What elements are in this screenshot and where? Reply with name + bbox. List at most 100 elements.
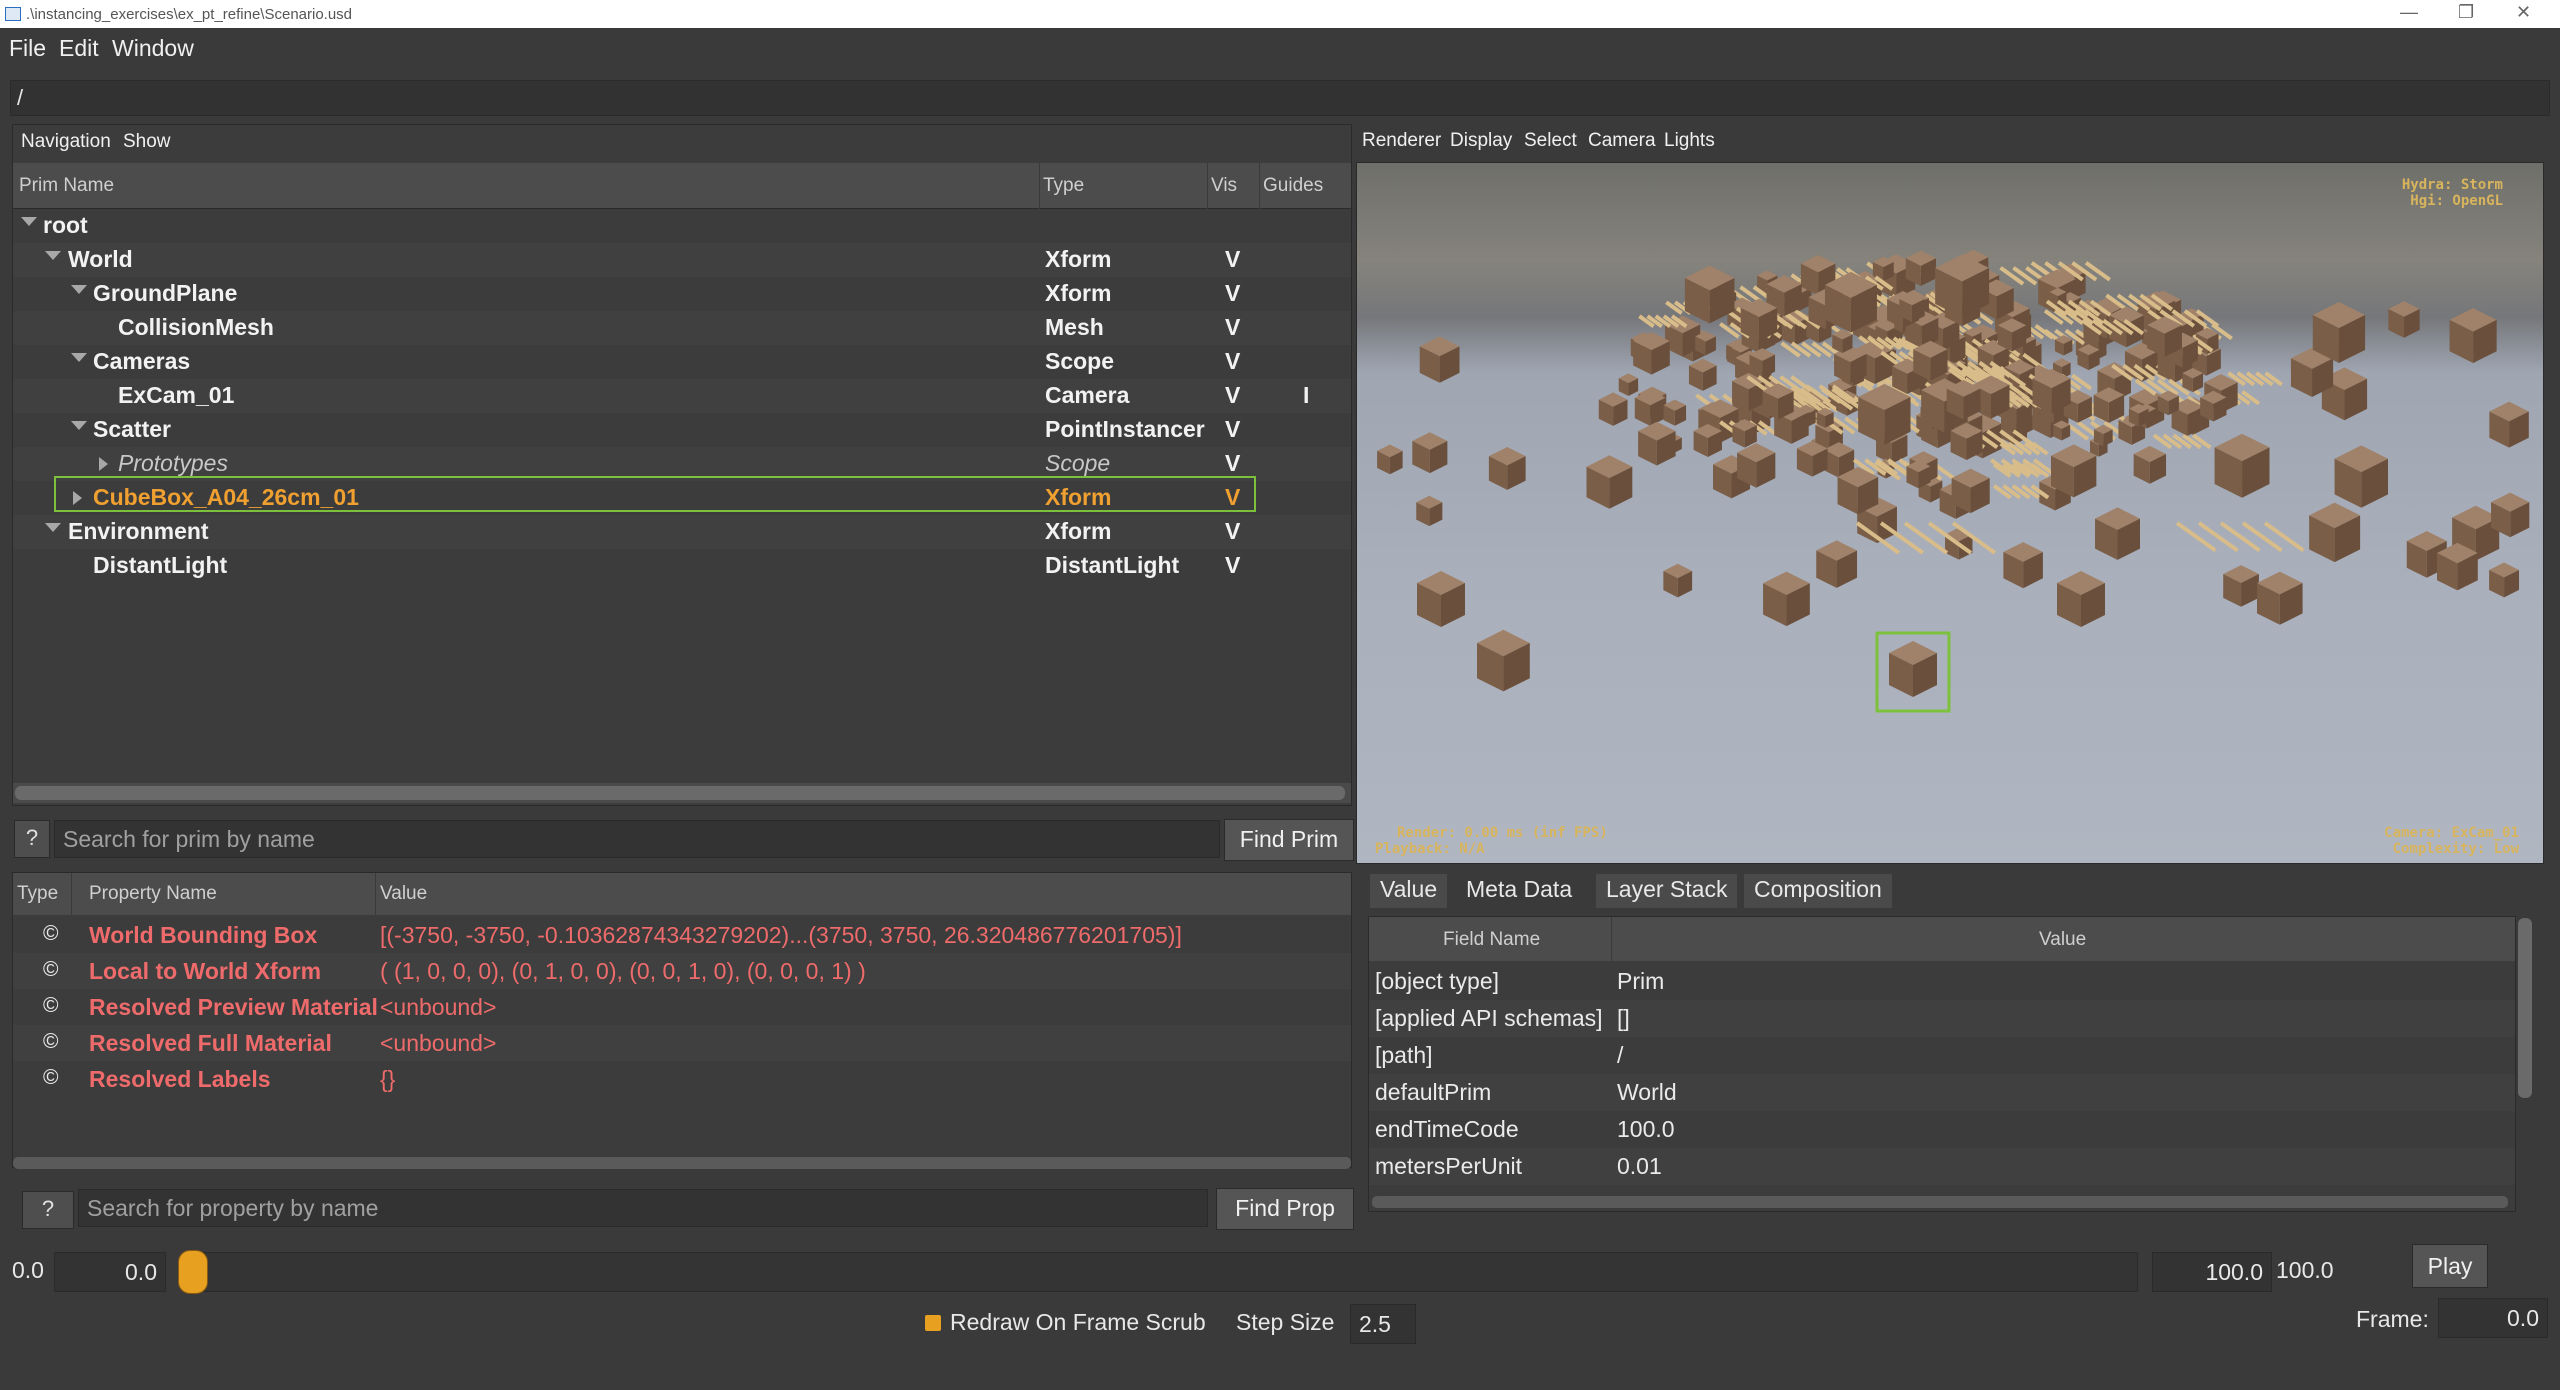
- tab-meta-data[interactable]: Meta Data: [1456, 874, 1583, 908]
- guides-toggle[interactable]: I: [1303, 382, 1309, 409]
- end-frame-field[interactable]: 100.0: [2152, 1252, 2272, 1292]
- menu-lights[interactable]: Lights: [1664, 130, 1715, 152]
- tree-row-environment[interactable]: Environment Xform V: [13, 515, 1351, 549]
- property-name: Local to World Xform: [89, 958, 322, 984]
- tree-row-collisionmesh[interactable]: CollisionMesh Mesh V: [13, 311, 1351, 345]
- redraw-checkbox[interactable]: [925, 1315, 941, 1331]
- prim-search-input[interactable]: Search for prim by name: [54, 820, 1220, 858]
- menu-camera[interactable]: Camera: [1588, 130, 1656, 152]
- menu-select[interactable]: Select: [1524, 130, 1577, 152]
- header-prim-name[interactable]: Prim Name: [19, 175, 114, 197]
- prim-name: root: [43, 212, 88, 238]
- scattered-box: [1638, 421, 1676, 466]
- expand-arrow-icon[interactable]: [45, 251, 61, 260]
- 3d-viewport[interactable]: Hydra: Storm Hgi: OpenGL Render: 0.00 ms…: [1356, 162, 2544, 864]
- header-vis[interactable]: Vis: [1211, 175, 1237, 197]
- start-frame-field[interactable]: 0.0: [54, 1252, 166, 1292]
- tab-value[interactable]: Value: [1370, 874, 1448, 908]
- header-guides[interactable]: Guides: [1263, 175, 1323, 197]
- tree-row-cameras[interactable]: Cameras Scope V: [13, 345, 1351, 379]
- meta-row[interactable]: defaultPrim World: [1369, 1074, 2515, 1111]
- expand-arrow-icon[interactable]: [71, 285, 87, 294]
- property-row[interactable]: © World Bounding Box [(-3750, -3750, -0.…: [13, 917, 1351, 953]
- expand-arrow-icon[interactable]: [21, 217, 37, 226]
- menu-file[interactable]: File: [9, 35, 46, 62]
- header-type[interactable]: Type: [17, 883, 58, 905]
- meta-row[interactable]: [path] /: [1369, 1037, 2515, 1074]
- maximize-button[interactable]: ❐: [2458, 2, 2474, 23]
- vis-toggle[interactable]: V: [1225, 348, 1240, 375]
- prop-search-input[interactable]: Search for property by name: [78, 1189, 1208, 1227]
- expand-arrow-icon[interactable]: [99, 457, 108, 471]
- tab-composition[interactable]: Composition: [1744, 874, 1892, 908]
- menu-show[interactable]: Show: [123, 131, 171, 153]
- vis-toggle[interactable]: V: [1225, 246, 1240, 273]
- minimize-button[interactable]: —: [2400, 2, 2418, 23]
- vis-toggle[interactable]: V: [1225, 314, 1240, 341]
- tree-row-world[interactable]: World Xform V: [13, 243, 1351, 277]
- header-value[interactable]: Value: [380, 883, 427, 905]
- header-field-name[interactable]: Field Name: [1443, 929, 1540, 951]
- vis-toggle[interactable]: V: [1225, 518, 1240, 545]
- menu-renderer[interactable]: Renderer: [1362, 130, 1441, 152]
- find-prim-button[interactable]: Find Prim: [1224, 819, 1354, 861]
- scattered-pallet: [1780, 341, 1843, 358]
- frame-slider-handle[interactable]: [178, 1250, 208, 1294]
- meta-row[interactable]: [object type] Prim: [1369, 963, 2515, 1000]
- scattered-box: [1477, 629, 1530, 692]
- vis-toggle[interactable]: V: [1225, 416, 1240, 443]
- property-row[interactable]: © Resolved Preview Material <unbound>: [13, 989, 1351, 1025]
- expand-arrow-icon[interactable]: [71, 353, 87, 362]
- tree-row-root[interactable]: root: [13, 209, 1351, 243]
- vis-toggle[interactable]: V: [1225, 552, 1240, 579]
- frame-slider-track[interactable]: [200, 1252, 2138, 1292]
- prim-tree-scrollbar[interactable]: [13, 783, 1351, 803]
- property-name: Resolved Full Material: [89, 1030, 332, 1056]
- tree-row-excam[interactable]: ExCam_01 Camera V I: [13, 379, 1351, 413]
- property-row[interactable]: © Resolved Full Material <unbound>: [13, 1025, 1351, 1061]
- expand-arrow-icon[interactable]: [45, 523, 61, 532]
- meta-data-header: Field Name Value: [1369, 917, 2515, 961]
- property-scrollbar[interactable]: [13, 1157, 1351, 1169]
- meta-row[interactable]: metersPerUnit 0.01: [1369, 1148, 2515, 1185]
- vis-toggle[interactable]: V: [1225, 280, 1240, 307]
- scattered-box: [1417, 571, 1465, 627]
- tab-layer-stack[interactable]: Layer Stack: [1596, 874, 1738, 908]
- close-button[interactable]: ✕: [2516, 2, 2531, 23]
- meta-vertical-scrollbar[interactable]: [2518, 918, 2532, 1098]
- scattered-box: [1684, 265, 1735, 324]
- path-bar[interactable]: /: [10, 80, 2550, 116]
- play-button[interactable]: Play: [2412, 1244, 2488, 1288]
- step-size-field[interactable]: 2.5: [1350, 1304, 1416, 1344]
- computed-property-icon: ©: [43, 994, 59, 1017]
- meta-field: [object type]: [1375, 968, 1500, 994]
- meta-row[interactable]: endTimeCode 100.0: [1369, 1111, 2515, 1148]
- tree-row-distantlight[interactable]: DistantLight DistantLight V: [13, 549, 1351, 583]
- tree-row-scatter[interactable]: Scatter PointInstancer V: [13, 413, 1351, 447]
- find-prop-button[interactable]: Find Prop: [1216, 1188, 1354, 1230]
- menu-navigation[interactable]: Navigation: [21, 131, 111, 153]
- property-row[interactable]: © Local to World Xform ( (1, 0, 0, 0), (…: [13, 953, 1351, 989]
- prop-search-help-button[interactable]: ?: [22, 1191, 74, 1229]
- vis-toggle[interactable]: V: [1225, 450, 1240, 477]
- menu-window[interactable]: Window: [112, 35, 194, 62]
- prim-type: DistantLight: [1045, 552, 1180, 578]
- expand-arrow-icon[interactable]: [71, 421, 87, 430]
- meta-row[interactable]: [applied API schemas] []: [1369, 1000, 2515, 1037]
- step-size-label: Step Size: [1236, 1309, 1335, 1335]
- prim-search-help-button[interactable]: ?: [14, 820, 50, 858]
- header-type[interactable]: Type: [1043, 175, 1084, 197]
- vis-toggle[interactable]: V: [1225, 382, 1240, 409]
- meta-horizontal-scrollbar[interactable]: [1372, 1196, 2508, 1208]
- property-header: Type Property Name Value: [13, 873, 1351, 915]
- property-row[interactable]: © Resolved Labels {}: [13, 1061, 1351, 1097]
- menu-display[interactable]: Display: [1450, 130, 1512, 152]
- prim-tree-panel: Navigation Show Prim Name Type Vis Guide…: [12, 124, 1352, 806]
- tree-row-groundplane[interactable]: GroundPlane Xform V: [13, 277, 1351, 311]
- header-property-name[interactable]: Property Name: [89, 883, 217, 905]
- frame-field[interactable]: 0.0: [2438, 1298, 2548, 1338]
- header-value[interactable]: Value: [2039, 929, 2086, 951]
- scattered-box: [1416, 495, 1443, 527]
- scattered-box: [2489, 401, 2529, 448]
- menu-edit[interactable]: Edit: [59, 35, 99, 62]
